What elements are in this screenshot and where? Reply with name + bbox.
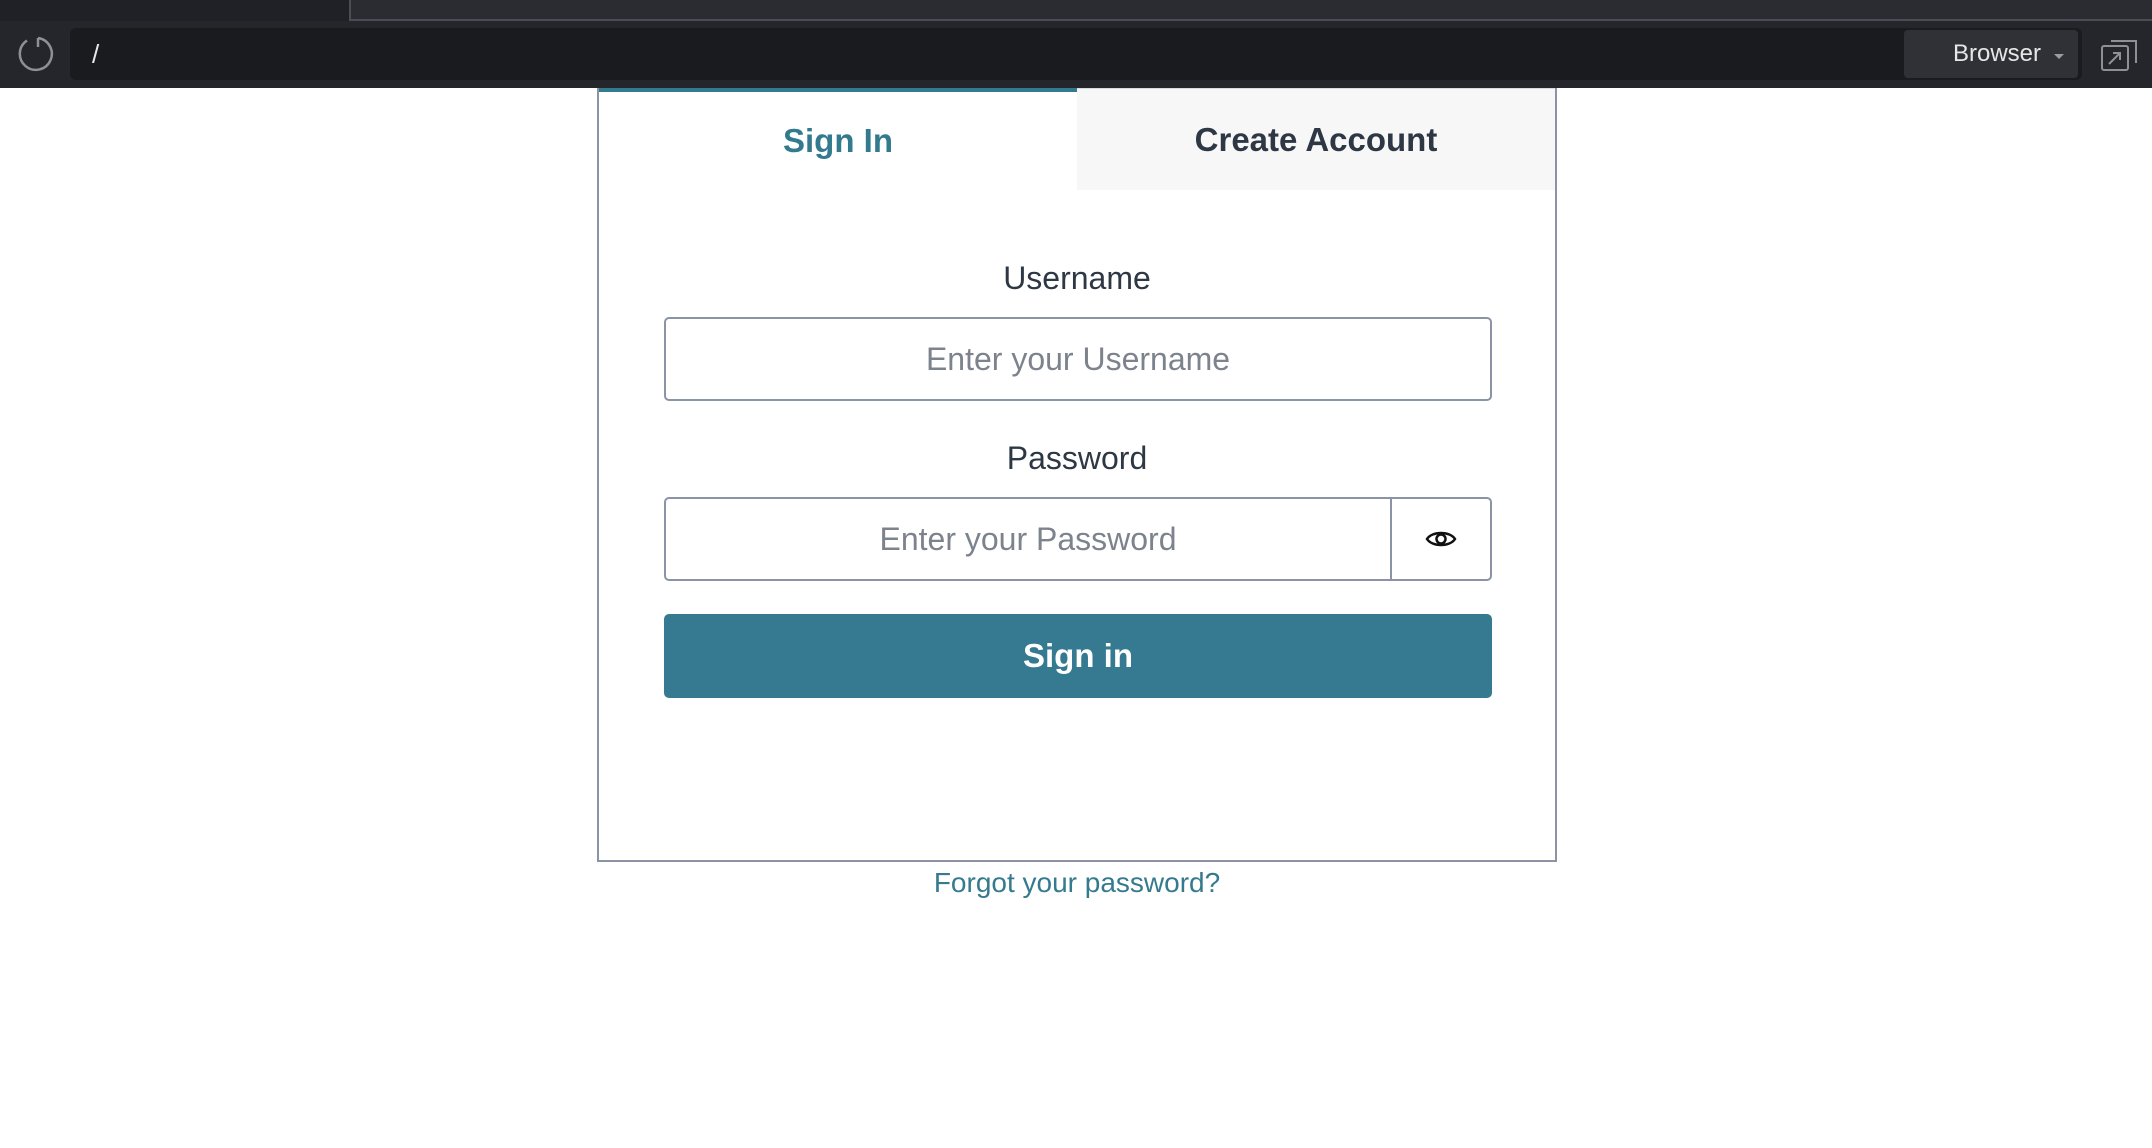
auth-card: Sign In Create Account Username Password… (597, 88, 1557, 898)
popout-icon (2101, 40, 2137, 71)
browser-mode-label: Browser (1953, 40, 2042, 67)
browser-tab-strip-edge (349, 0, 2152, 21)
address-bar-text: / (92, 39, 100, 69)
sign-in-button[interactable]: Sign in (664, 614, 1492, 698)
username-label: Username (1003, 260, 1151, 296)
address-bar[interactable]: / (70, 28, 2082, 80)
popout-button[interactable] (2100, 37, 2140, 73)
password-label: Password (1006, 440, 1148, 476)
eye-icon (1425, 531, 1457, 547)
password-input[interactable] (664, 497, 1392, 581)
browser-mode-select[interactable]: Browser (1904, 30, 2078, 78)
chevron-down-icon (2054, 54, 2064, 59)
browser-tab-strip (0, 0, 2152, 21)
tab-sign-in[interactable]: Sign In (599, 88, 1077, 190)
forgot-password-link[interactable]: Forgot your password? (599, 867, 1555, 899)
show-password-button[interactable] (1390, 497, 1492, 581)
tab-create-account[interactable]: Create Account (1077, 88, 1555, 190)
reload-icon (18, 36, 54, 72)
reload-button[interactable] (13, 33, 55, 75)
username-input[interactable] (664, 317, 1492, 401)
auth-tabs: Sign In Create Account (599, 88, 1555, 190)
